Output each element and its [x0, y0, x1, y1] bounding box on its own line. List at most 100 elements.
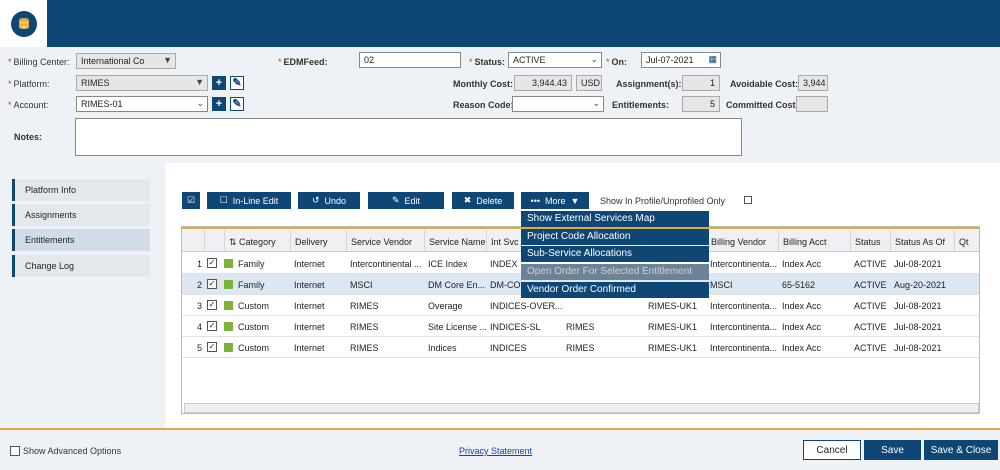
sidebar-item-assignments[interactable]: Assignments [12, 204, 150, 226]
profile-filter-checkbox[interactable] [744, 196, 752, 204]
app-header [0, 0, 1000, 47]
platform-label: * Platform: [8, 79, 50, 89]
category-swatch [224, 280, 233, 289]
column-header-status-as-of[interactable]: Status As Of [890, 230, 954, 252]
entitlements-label: Entitlements: [612, 100, 670, 110]
row-checkbox[interactable]: ✓ [207, 258, 217, 268]
account-label: * Account: [8, 100, 49, 110]
show-advanced-checkbox[interactable] [10, 446, 20, 456]
more-button[interactable]: ••• More ▼ [521, 192, 589, 209]
chevron-down-icon: ▼ [195, 77, 204, 87]
billing-center-select[interactable]: International Co ▼ [76, 53, 176, 69]
table-row[interactable]: 5 ✓ Custom Internet RIMES Indices INDICE… [182, 337, 979, 358]
app-logo[interactable] [0, 0, 47, 47]
platform-form: * Billing Center: International Co ▼ * EDMF… [0, 47, 1000, 162]
avoidable-cost-label: Avoidable Cost: [730, 79, 799, 89]
save-button[interactable]: Save [864, 440, 921, 460]
plus-icon: + [215, 98, 223, 110]
sidebar-item-change-log[interactable]: Change Log [12, 255, 150, 277]
pencil-icon: ✎ [391, 195, 400, 205]
committed-cost-field [796, 96, 828, 112]
edit-button[interactable]: ✎ Edit [368, 192, 444, 209]
currency-field: USD [576, 75, 602, 91]
column-header-status[interactable]: Status [850, 230, 890, 252]
reason-code-label: Reason Code: [453, 100, 514, 110]
edit-account-button[interactable]: ✎ [230, 97, 244, 111]
add-platform-button[interactable]: + [212, 76, 226, 90]
category-swatch [224, 322, 233, 331]
plus-icon: + [215, 77, 223, 89]
column-header-qty[interactable]: Qt [954, 230, 979, 252]
select-header [204, 230, 224, 252]
inline-edit-button[interactable]: ☐ In-Line Edit [207, 192, 291, 209]
status-label: * Status: [469, 57, 506, 67]
calendar-icon[interactable]: ▦ [708, 54, 717, 65]
pencil-icon: ✎ [232, 98, 242, 110]
caret-down-icon: ▼ [570, 195, 580, 206]
cancel-button[interactable]: Cancel [803, 440, 861, 460]
row-checkbox[interactable]: ✓ [207, 300, 217, 310]
delete-button[interactable]: ✖ Delete [452, 192, 514, 209]
chevron-down-icon: ⌄ [592, 98, 600, 108]
sidebar-item-platform-info[interactable]: Platform Info [12, 179, 150, 201]
square-icon: ☐ [219, 195, 228, 205]
menu-item-project-code-allocation[interactable]: Project Code Allocation [521, 229, 709, 245]
checkbox-icon: ☑ [186, 195, 196, 205]
reason-code-select[interactable]: ⌄ [512, 96, 604, 112]
menu-item-vendor-order-confirmed[interactable]: Vendor Order Confirmed [521, 282, 709, 298]
billing-center-label: * Billing Center: [8, 57, 70, 67]
menu-item-show-external-services-map[interactable]: Show External Services Map [521, 211, 709, 227]
row-checkbox[interactable]: ✓ [207, 321, 217, 331]
sort-icon: ⇅ [229, 237, 240, 247]
category-swatch [224, 259, 233, 268]
sidebar: Platform Info Assignments Entitlements C… [0, 163, 165, 428]
table-row[interactable]: 3 ✓ Custom Internet RIMES Overage INDICE… [182, 295, 979, 316]
close-icon: ✖ [463, 195, 472, 205]
footer-bar: Show Advanced Options Privacy Statement … [0, 428, 1000, 470]
profile-filter-label: Show In Profile/Unprofiled Only [600, 196, 726, 206]
edit-platform-button[interactable]: ✎ [230, 76, 244, 90]
category-swatch [224, 343, 233, 352]
on-date-input[interactable]: Jul-07-2021 ▦ [641, 52, 721, 68]
column-header-billing-vendor[interactable]: Billing Vendor [706, 230, 778, 252]
notes-label: Notes: [14, 132, 43, 142]
undo-button[interactable]: ↺ Undo [298, 192, 360, 209]
edmfeed-input[interactable]: 02 [359, 52, 461, 68]
chevron-down-icon: ▼ [163, 55, 172, 65]
row-checkbox[interactable]: ✓ [207, 342, 217, 352]
table-row[interactable]: 4 ✓ Custom Internet RIMES Site License .… [182, 316, 979, 337]
assignments-label: Assignment(s): [616, 79, 682, 89]
ellipsis-icon: ••• [530, 195, 540, 206]
account-select[interactable]: RIMES-01 ⌄ [76, 96, 208, 112]
committed-cost-label: Committed Cost: [726, 100, 799, 110]
chevron-down-icon: ⌄ [196, 98, 204, 108]
column-header-billing-acct[interactable]: Billing Acct [778, 230, 850, 252]
pencil-icon: ✎ [232, 77, 242, 89]
undo-icon: ↺ [311, 195, 320, 205]
edmfeed-label: * EDMFeed: [278, 57, 328, 67]
notes-textarea[interactable] [75, 118, 742, 156]
coins-logo-icon [10, 10, 37, 37]
on-label: * On: [606, 57, 628, 67]
column-header-service-name[interactable]: Service Name [424, 230, 486, 252]
add-account-button[interactable]: + [212, 97, 226, 111]
menu-item-sub-service-allocations[interactable]: Sub-Service Allocations [521, 246, 709, 262]
status-select[interactable]: ACTIVE ⌄ [508, 52, 602, 68]
column-header-service-vendor[interactable]: Service Vendor [346, 230, 424, 252]
avoidable-cost-field: 3,944 [798, 75, 828, 91]
monthly-cost-label: Monthly Cost: [453, 79, 513, 89]
save-and-close-button[interactable]: Save & Close [924, 440, 998, 460]
column-header-category[interactable]: ⇅ Category [224, 230, 290, 252]
row-number-header [182, 230, 204, 252]
row-checkbox[interactable]: ✓ [207, 279, 217, 289]
column-header-delivery[interactable]: Delivery [290, 230, 346, 252]
menu-item-open-order: Open Order For Selected Entitlement [521, 264, 709, 280]
platform-select[interactable]: RIMES ▼ [76, 75, 208, 91]
select-all-button[interactable]: ☑ [182, 192, 200, 209]
horizontal-scrollbar[interactable] [184, 403, 979, 413]
show-advanced-label: Show Advanced Options [23, 446, 122, 456]
sidebar-item-entitlements[interactable]: Entitlements [12, 229, 150, 251]
monthly-cost-field: 3,944.43 [514, 75, 572, 91]
privacy-statement-link[interactable]: Privacy Statement [459, 446, 532, 456]
category-swatch [224, 301, 233, 310]
